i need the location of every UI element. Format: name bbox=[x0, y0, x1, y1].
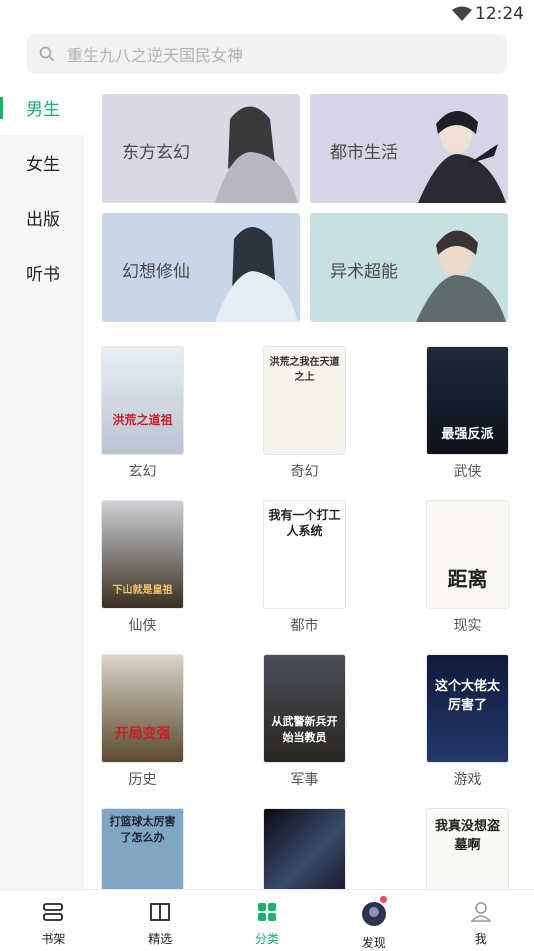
character-illustration bbox=[416, 230, 506, 322]
book-label: 历史 bbox=[128, 772, 157, 788]
character-illustration bbox=[215, 227, 298, 322]
cover-title: 我真没想盗墓啊 bbox=[434, 819, 500, 853]
category-book-item[interactable]: 这个大佬太厉害了 游戏 bbox=[427, 655, 508, 789]
character-illustration bbox=[215, 106, 298, 203]
clock: 12:24 bbox=[475, 4, 524, 24]
category-book-item[interactable]: 我有一个打工人系统 都市 bbox=[264, 501, 345, 635]
status-bar: 12:24 bbox=[0, 0, 534, 28]
category-book-item[interactable]: 洪荒之道祖 玄幻 bbox=[102, 347, 183, 481]
book-label: 玄幻 bbox=[128, 464, 157, 480]
cover-title: 这个大佬太厉害了 bbox=[434, 679, 500, 713]
tab-me[interactable]: 我 bbox=[427, 890, 534, 949]
banner-label: 都市生活 bbox=[330, 143, 398, 163]
banner-label: 东方玄幻 bbox=[122, 143, 190, 163]
book-cover: 下山就是皇祖 bbox=[102, 501, 183, 608]
sidebar-item-label: 出版 bbox=[26, 210, 60, 230]
category-book-item[interactable]: 距离 现实 bbox=[427, 501, 508, 635]
book-cover: 洪荒之道祖 bbox=[102, 347, 183, 454]
sidebar-item-publish[interactable]: 出版 bbox=[0, 190, 84, 245]
sidebar-item-label: 女生 bbox=[26, 155, 60, 175]
book-cover: 开局变强 bbox=[102, 655, 183, 762]
cover-title: 洪荒之道祖 bbox=[112, 413, 173, 427]
character-illustration bbox=[418, 110, 506, 203]
tab-discover[interactable]: 发现 bbox=[320, 890, 427, 950]
wifi-icon bbox=[452, 6, 472, 26]
cover-title: 最强反派 bbox=[441, 427, 494, 442]
book-label: 武侠 bbox=[453, 464, 482, 480]
sidebar-item-label: 男生 bbox=[26, 100, 60, 120]
search-icon bbox=[39, 46, 55, 62]
search-bar[interactable]: 重生九八之逆天国民女神 bbox=[27, 34, 507, 74]
book-cover: 洪荒之我在天道之上 bbox=[264, 347, 345, 454]
book-cover: 最强反派 bbox=[427, 347, 508, 454]
search-placeholder: 重生九八之逆天国民女神 bbox=[67, 46, 244, 65]
banner-card[interactable]: 异术超能 bbox=[310, 213, 508, 322]
sidebar-item-label: 听书 bbox=[26, 265, 60, 285]
book-label: 现实 bbox=[453, 618, 482, 634]
banner-card[interactable]: 都市生活 bbox=[310, 94, 508, 203]
bottom-tab-bar: 书架 精选 分类 发现 我 bbox=[0, 889, 534, 950]
book-cover: 我有一个打工人系统 bbox=[264, 501, 345, 608]
bookshelf-icon bbox=[42, 901, 64, 927]
book-label: 游戏 bbox=[453, 772, 482, 788]
sidebar-item-male[interactable]: 男生 bbox=[0, 80, 84, 135]
book-open-icon bbox=[149, 901, 171, 927]
cover-title: 我有一个打工人系统 bbox=[268, 508, 341, 538]
sidebar-item-female[interactable]: 女生 bbox=[0, 135, 84, 190]
tab-label: 我 bbox=[474, 932, 487, 946]
book-label: 奇幻 bbox=[290, 464, 319, 480]
category-sidebar: 男生 女生 出版 听书 bbox=[0, 80, 84, 889]
cover-title: 距离 bbox=[447, 567, 488, 591]
book-cover: 距离 bbox=[427, 501, 508, 608]
tab-label: 精选 bbox=[148, 932, 173, 946]
cover-title: 开局变强 bbox=[114, 726, 171, 742]
tab-category[interactable]: 分类 bbox=[214, 890, 321, 949]
tab-bookshelf[interactable]: 书架 bbox=[0, 890, 107, 949]
category-book-item[interactable]: 下山就是皇祖 仙侠 bbox=[102, 501, 183, 635]
category-book-item[interactable]: 从武警新兵开始当教员 军事 bbox=[264, 655, 345, 789]
category-book-item[interactable]: 最强反派 武侠 bbox=[427, 347, 508, 481]
discover-avatar-icon bbox=[361, 901, 387, 931]
book-label: 都市 bbox=[290, 618, 319, 634]
book-cover: 这个大佬太厉害了 bbox=[427, 655, 508, 762]
book-label: 军事 bbox=[290, 772, 319, 788]
tab-label: 书架 bbox=[41, 932, 66, 946]
book-cover: 从武警新兵开始当教员 bbox=[264, 655, 345, 762]
cover-title: 下山就是皇祖 bbox=[112, 585, 173, 596]
banner-card[interactable]: 东方玄幻 bbox=[102, 94, 300, 203]
category-book-item[interactable]: 开局变强 历史 bbox=[102, 655, 183, 789]
cover-title: 从武警新兵开始当教员 bbox=[271, 715, 338, 744]
banner-label: 幻想修仙 bbox=[122, 262, 190, 282]
category-grid-icon bbox=[256, 901, 278, 927]
tab-label: 发现 bbox=[361, 936, 386, 950]
banner-card[interactable]: 幻想修仙 bbox=[102, 213, 300, 322]
category-book-item[interactable]: 洪荒之我在天道之上 奇幻 bbox=[264, 347, 345, 481]
banner-label: 异术超能 bbox=[330, 262, 398, 282]
cover-title: 打篮球太厉害了怎么办 bbox=[109, 815, 176, 844]
user-icon bbox=[469, 901, 492, 927]
book-label: 仙侠 bbox=[128, 618, 157, 634]
sidebar-item-audio[interactable]: 听书 bbox=[0, 245, 84, 300]
cover-title: 洪荒之我在天道之上 bbox=[269, 357, 340, 383]
tab-label: 分类 bbox=[254, 932, 279, 946]
tab-featured[interactable]: 精选 bbox=[107, 890, 214, 949]
